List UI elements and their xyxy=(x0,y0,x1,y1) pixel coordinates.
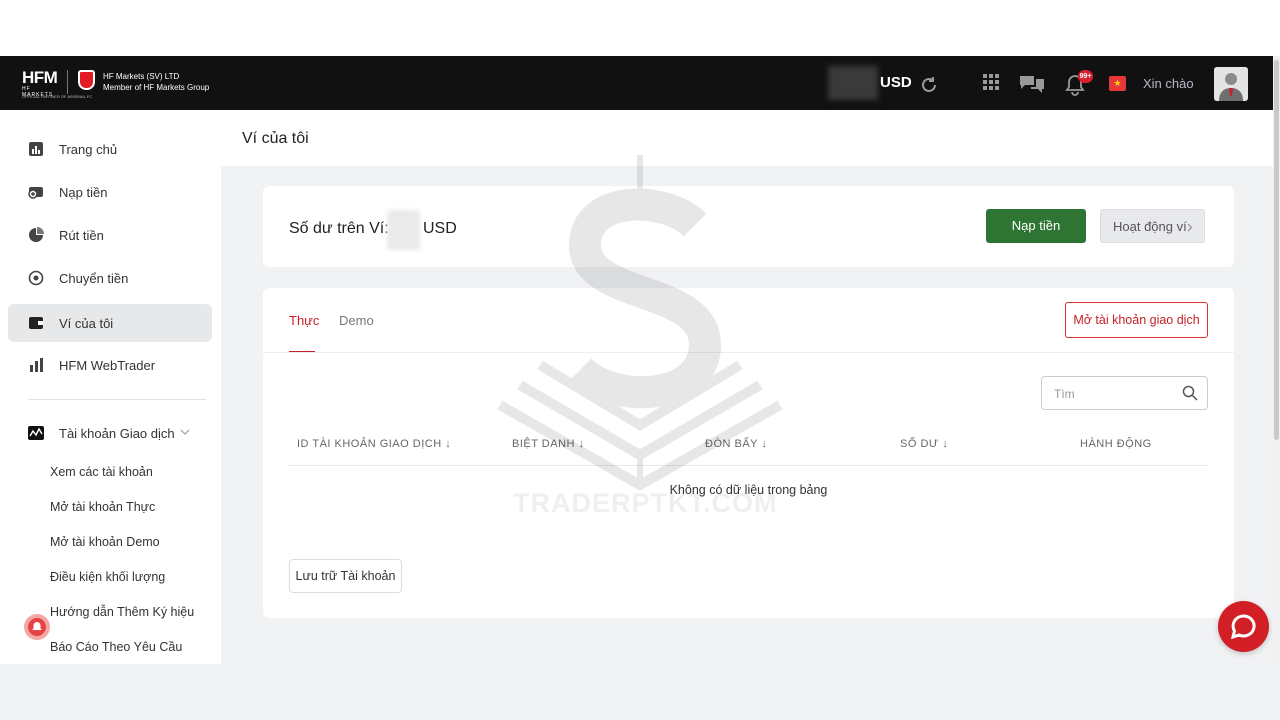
tab-demo[interactable]: Demo xyxy=(339,313,374,328)
sidebar-section-label: Tài khoản Giao dịch xyxy=(59,426,175,441)
page-scrollbar[interactable] xyxy=(1273,56,1280,664)
sidebar-section-trading-accounts[interactable]: Tài khoản Giao dịch xyxy=(8,414,212,452)
sidebar-item-withdraw[interactable]: Rút tiền xyxy=(8,216,212,254)
sub-item-open-demo[interactable]: Mở tài khoản Demo xyxy=(50,535,160,549)
partner-text: OFFICIAL PARTNER OF ARSENAL FC xyxy=(22,94,93,99)
trading-account-icon xyxy=(28,426,44,440)
apps-grid-icon[interactable] xyxy=(983,74,999,90)
page-title: Ví của tôi xyxy=(242,130,309,147)
greeting-text: Xin chào xyxy=(1143,76,1194,91)
chevron-down-icon xyxy=(180,429,190,435)
search-placeholder: Tìm xyxy=(1054,387,1075,401)
search-icon[interactable] xyxy=(1182,385,1198,401)
chat-bubble-icon xyxy=(1231,614,1256,639)
sidebar-item-home[interactable]: Trang chủ xyxy=(8,130,212,168)
watermark-text: TRADERPTKT.COM xyxy=(513,488,778,518)
sidebar-item-label: Chuyển tiền xyxy=(59,271,129,286)
dollar-watermark-icon xyxy=(497,155,783,491)
sort-arrow-icon: ↓ xyxy=(445,438,452,450)
sub-item-reports[interactable]: Báo Cáo Theo Yêu Cầu xyxy=(50,640,182,654)
sidebar-item-label: Rút tiền xyxy=(59,228,104,243)
wallet-activity-button[interactable]: Hoạt động ví xyxy=(1100,209,1205,243)
wallet-activity-label: Hoạt động ví xyxy=(1113,219,1187,234)
wallet-icon xyxy=(29,317,43,329)
bell-icon xyxy=(28,618,46,636)
deposit-button[interactable]: Nạp tiền xyxy=(986,209,1086,243)
sidebar-item-label: Trang chủ xyxy=(59,142,118,157)
sub-item-view-accounts[interactable]: Xem các tài khoản xyxy=(50,465,153,479)
sub-item-add-symbol-guide[interactable]: Hướng dẫn Thêm Ký hiệu xyxy=(50,605,194,619)
scrollbar-thumb[interactable] xyxy=(1274,60,1279,440)
sub-item-volume-conditions[interactable]: Điều kiện khối lượng xyxy=(50,570,165,584)
avatar[interactable] xyxy=(1214,67,1248,101)
sidebar-item-label: HFM WebTrader xyxy=(59,358,156,373)
sidebar-item-transfer[interactable]: Chuyển tiền xyxy=(8,259,212,297)
open-trading-account-button[interactable]: Mở tài khoản giao dịch xyxy=(1065,302,1208,338)
notification-badge: 99+ xyxy=(1078,70,1093,83)
dashboard-icon xyxy=(29,142,43,156)
withdraw-icon xyxy=(29,227,44,242)
company-name: HF Markets (SV) LTD xyxy=(103,72,180,81)
archive-accounts-button[interactable]: Lưu trữ Tài khoản xyxy=(289,559,402,593)
logo-text: HFM xyxy=(22,68,58,87)
live-chat-button[interactable] xyxy=(1218,601,1269,652)
flag-icon[interactable]: ★ xyxy=(1109,76,1126,91)
sidebar-item-label: Nạp tiền xyxy=(59,185,108,200)
sort-arrow-icon: ↓ xyxy=(942,438,949,450)
deposit-icon xyxy=(28,187,43,199)
sidebar-item-label: Ví của tôi xyxy=(59,316,114,331)
column-header-balance[interactable]: SỐ DƯ ↓ xyxy=(900,438,948,450)
tab-real[interactable]: Thực xyxy=(289,313,319,328)
refresh-icon[interactable] xyxy=(919,75,939,95)
transfer-icon xyxy=(28,270,44,286)
balance-currency: USD xyxy=(423,220,457,237)
company-group: Member of HF Markets Group xyxy=(103,83,210,92)
chevron-right-icon xyxy=(1187,223,1193,232)
column-header-account-id[interactable]: ID TÀI KHOẢN GIAO DỊCH ↓ xyxy=(297,438,451,450)
sidebar-item-wallet[interactable]: Ví của tôi xyxy=(8,304,212,342)
top-navbar: HFM HF MARKETS OFFICIAL PARTNER OF ARSEN… xyxy=(0,56,1276,110)
logo-divider xyxy=(67,70,68,94)
balance-blurred xyxy=(828,66,878,100)
sub-item-open-real[interactable]: Mở tài khoản Thực xyxy=(50,500,155,514)
nav-balance-currency: USD xyxy=(880,74,912,91)
chat-icon[interactable] xyxy=(1019,73,1045,95)
browser-top-area xyxy=(0,0,1280,56)
balance-label: Số dư trên Ví: xyxy=(289,220,389,237)
user-icon xyxy=(1214,67,1248,101)
balance-value-blurred xyxy=(387,210,420,250)
notification-bell-bubble[interactable] xyxy=(24,614,50,640)
sidebar-item-webtrader[interactable]: HFM WebTrader xyxy=(8,346,212,384)
search-input[interactable]: Tìm xyxy=(1041,376,1208,410)
column-header-actions: HÀNH ĐỘNG xyxy=(1080,438,1152,450)
bar-chart-icon xyxy=(30,358,43,372)
sidebar: Trang chủ Nạp tiền Rút tiền Chuyển tiền … xyxy=(0,110,221,664)
sidebar-divider xyxy=(28,399,206,400)
arsenal-crest-icon xyxy=(78,70,95,90)
sidebar-item-deposit[interactable]: Nạp tiền xyxy=(8,173,212,211)
page-bottom-area xyxy=(0,664,1280,720)
